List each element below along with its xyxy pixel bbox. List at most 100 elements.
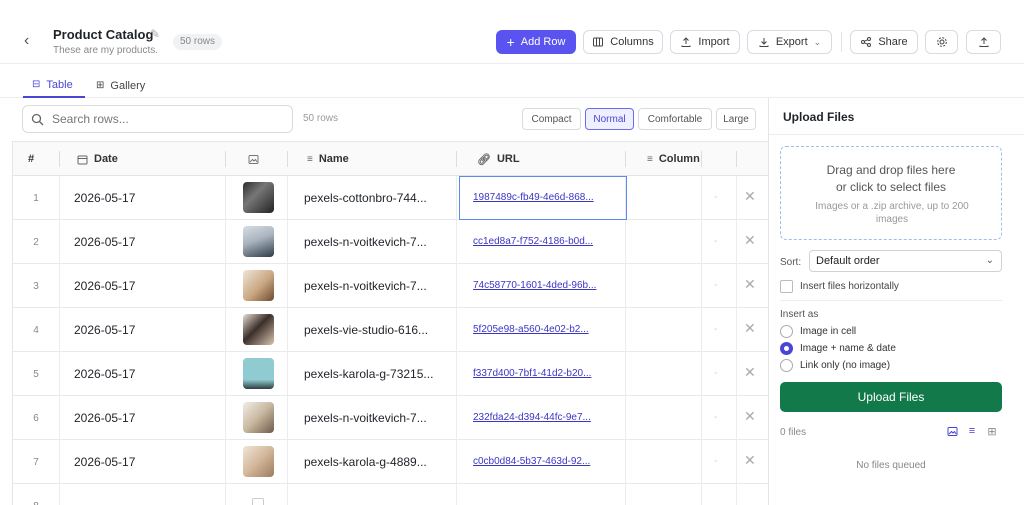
table-row[interactable]: 1 2026-05-17 pexels-cottonbro-744... 198748… [13, 176, 768, 220]
url-link[interactable]: c0cb0d84-5b37-463d-92... [473, 456, 590, 467]
name-cell[interactable]: pexels-n-voitkevich-7... [304, 235, 427, 249]
grid-view-icon[interactable]: ⊞ [985, 424, 999, 438]
header-rownum: # [28, 153, 35, 165]
name-cell[interactable]: pexels-karola-g-4889... [304, 455, 427, 469]
delete-row-icon[interactable]: ✕ [744, 452, 756, 469]
product-thumbnail[interactable] [243, 358, 274, 389]
header-url[interactable]: 🔗︎ URL [477, 142, 520, 176]
date-cell[interactable]: 2026-05-17 [74, 367, 135, 381]
empty-cell-marker: - [714, 456, 718, 467]
upload-files-button[interactable]: Upload Files [780, 382, 1002, 412]
density-compact[interactable]: Compact [522, 108, 581, 130]
chevron-down-icon: ⌄ [985, 255, 994, 266]
table-row[interactable]: 7 2026-05-17 pexels-karola-g-4889... c0cb0d… [13, 440, 768, 484]
url-link[interactable]: 5f205e98-a560-4e02-b2... [473, 324, 589, 335]
upload-button[interactable] [966, 30, 1001, 54]
date-cell[interactable]: 2026-05-17 [74, 455, 135, 469]
add-row-button[interactable]: + Add Row [496, 30, 576, 54]
search-box [22, 105, 293, 133]
settings-button[interactable] [925, 30, 958, 54]
delete-row-icon[interactable]: ✕ [744, 408, 756, 425]
cell-divider [59, 264, 60, 308]
empty-cell-marker: - [714, 412, 718, 423]
divider [769, 134, 1024, 135]
header-date[interactable]: Date [77, 142, 118, 176]
cell-divider [456, 176, 457, 220]
header: ‹ Product Catalog ✎ These are my product… [0, 0, 1024, 64]
cell-divider [736, 176, 737, 220]
divider [841, 32, 842, 52]
image-placeholder-icon [252, 498, 264, 505]
date-cell[interactable]: 2026-05-17 [74, 235, 135, 249]
radio-image-in-cell[interactable] [780, 325, 793, 338]
image-icon [248, 154, 259, 164]
name-cell[interactable]: pexels-cottonbro-744... [304, 191, 427, 205]
density-large[interactable]: Large [716, 108, 756, 130]
delete-row-icon[interactable]: ✕ [744, 320, 756, 337]
url-link[interactable]: 74c58770-1601-4ded-96b... [473, 280, 596, 291]
url-link[interactable]: cc1ed8a7-f752-4186-b0d... [473, 236, 593, 247]
row-number: 8 [13, 501, 59, 505]
table-row[interactable]: 5 2026-05-17 pexels-karola-g-73215... f337d… [13, 352, 768, 396]
table-row[interactable]: 6 2026-05-17 pexels-n-voitkevich-7... 232fd… [13, 396, 768, 440]
cell-divider [625, 484, 626, 505]
file-dropzone[interactable]: Drag and drop files here or click to sel… [780, 146, 1002, 240]
selected-cell-outline [459, 176, 627, 220]
pencil-icon[interactable]: ✎ [150, 27, 160, 41]
table-row[interactable]: 8 [13, 484, 768, 505]
product-thumbnail[interactable] [243, 182, 274, 213]
radio-image-name-date[interactable] [780, 342, 793, 355]
import-button[interactable]: Import [670, 30, 740, 54]
upload-icon [681, 37, 691, 47]
sort-select[interactable]: Default order ⌄ [809, 250, 1002, 272]
name-cell[interactable]: pexels-karola-g-73215... [304, 367, 433, 381]
empty-cell-marker: - [714, 236, 718, 247]
tab-gallery[interactable]: ⊞ Gallery [96, 73, 156, 98]
cell-divider [225, 352, 226, 396]
url-link[interactable]: f337d400-7bf1-41d2-b20... [473, 368, 591, 379]
table-row[interactable]: 3 2026-05-17 pexels-n-voitkevich-7... 74c58… [13, 264, 768, 308]
date-cell[interactable]: 2026-05-17 [74, 279, 135, 293]
date-cell[interactable]: 2026-05-17 [74, 323, 135, 337]
header-name[interactable]: ≡ Name [307, 142, 349, 176]
product-thumbnail[interactable] [243, 226, 274, 257]
cell-divider [625, 396, 626, 440]
search-input[interactable] [52, 112, 272, 126]
cell-divider [456, 308, 457, 352]
name-cell[interactable]: pexels-vie-studio-616... [304, 323, 428, 337]
export-button[interactable]: Export ⌄ [747, 30, 832, 54]
header-column[interactable]: ≡ Column [647, 142, 700, 176]
delete-row-icon[interactable]: ✕ [744, 364, 756, 381]
density-comfortable[interactable]: Comfortable [638, 108, 712, 130]
date-cell[interactable]: 2026-05-17 [74, 411, 135, 425]
back-arrow-icon[interactable]: ‹ [24, 32, 42, 50]
share-button[interactable]: Share [850, 30, 918, 54]
cell-divider [287, 440, 288, 484]
name-cell[interactable]: pexels-n-voitkevich-7... [304, 279, 427, 293]
insert-as-label: Insert as [780, 309, 819, 320]
product-thumbnail[interactable] [243, 270, 274, 301]
list-view-icon[interactable]: ≡ [965, 424, 979, 438]
url-link[interactable]: 232fda24-d394-44fc-9e7... [473, 412, 591, 423]
name-cell[interactable]: pexels-n-voitkevich-7... [304, 411, 427, 425]
density-normal[interactable]: Normal [585, 108, 634, 130]
header-image[interactable] [248, 142, 259, 176]
delete-row-icon[interactable]: ✕ [744, 232, 756, 249]
image-view-icon[interactable] [945, 424, 959, 438]
tab-table[interactable]: ⊟ Table [23, 73, 85, 98]
table-row[interactable]: 4 2026-05-17 pexels-vie-studio-616... 5f205… [13, 308, 768, 352]
delete-row-icon[interactable]: ✕ [744, 276, 756, 293]
gear-icon [936, 37, 947, 47]
columns-button[interactable]: Columns [583, 30, 663, 54]
product-thumbnail[interactable] [243, 446, 274, 477]
product-thumbnail[interactable] [243, 402, 274, 433]
row-number: 1 [33, 193, 39, 204]
radio-link-only[interactable] [780, 359, 793, 372]
delete-row-icon[interactable]: ✕ [744, 188, 756, 205]
product-thumbnail[interactable] [243, 314, 274, 345]
sort-label: Sort: [780, 257, 802, 268]
insert-horizontal-checkbox[interactable] [780, 280, 793, 293]
date-cell[interactable]: 2026-05-17 [74, 191, 135, 205]
table-row[interactable]: 2 2026-05-17 pexels-n-voitkevich-7... cc1ed… [13, 220, 768, 264]
cell-divider [456, 220, 457, 264]
